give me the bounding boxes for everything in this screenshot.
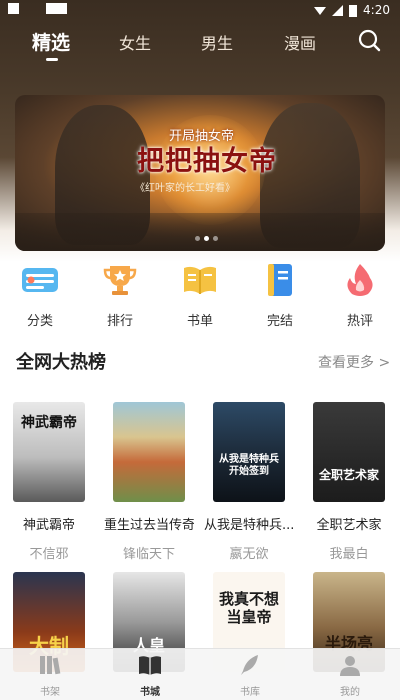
- banner-title: 把把抽女帝: [137, 146, 277, 177]
- finished-book-icon: [268, 264, 292, 296]
- nav-bookshelf[interactable]: 书架: [20, 653, 80, 698]
- carousel-dots: [195, 236, 218, 241]
- banner-ground: [15, 213, 385, 251]
- book-card[interactable]: 重生过去当传奇 锋临天下: [104, 402, 194, 562]
- book-title: 神武霸帝: [22, 518, 75, 533]
- book-card[interactable]: 神武霸帝 神武霸帝 不信邪: [4, 402, 94, 562]
- wifi-icon: [314, 7, 327, 15]
- cover-title: 神武霸帝: [21, 415, 77, 431]
- nav-label: 书架: [40, 687, 60, 698]
- banner-subtitle: 《红叶家的长工好看》: [135, 183, 235, 194]
- book-title: 从我是特种兵...: [204, 518, 294, 533]
- nav-label: 书库: [240, 687, 260, 698]
- notification-icon: [56, 3, 67, 14]
- notification-icon: [8, 3, 19, 14]
- category-label: 热评: [346, 314, 373, 329]
- nav-library[interactable]: 书库: [220, 653, 280, 698]
- promo-banner[interactable]: 开局抽女帝 把把抽女帝 《红叶家的长工好看》: [15, 95, 385, 251]
- book-card[interactable]: 从我是特种兵开始签到 从我是特种兵... 嬴无欲: [204, 402, 294, 562]
- fire-icon: [347, 264, 373, 296]
- signal-icon: [332, 4, 344, 16]
- book-author: 嬴无欲: [229, 547, 269, 562]
- book-icon: [184, 266, 216, 294]
- book-cover: 从我是特种兵开始签到: [213, 402, 285, 502]
- book-author: 不信邪: [29, 547, 69, 562]
- category-classify[interactable]: 分类: [10, 262, 70, 329]
- category-booklist[interactable]: 书单: [170, 262, 230, 329]
- category-label: 分类: [26, 314, 53, 329]
- person-icon: [340, 656, 360, 676]
- cover-title: 从我是特种兵开始签到: [219, 454, 279, 477]
- carousel-dot: [195, 236, 200, 241]
- book-title: 重生过去当传奇: [104, 518, 194, 533]
- battery-icon: [349, 4, 358, 17]
- top-nav: 精选 女生 男生 漫画: [0, 26, 400, 66]
- category-completed[interactable]: 完结: [250, 262, 310, 329]
- category-hot-reviews[interactable]: 热评: [330, 262, 390, 329]
- nav-label: 我的: [340, 687, 360, 698]
- nav-profile[interactable]: 我的: [320, 653, 380, 698]
- book-cover: [113, 402, 185, 502]
- bookshelf-icon: [40, 656, 61, 675]
- book-author: 我最白: [329, 547, 369, 562]
- tab-male[interactable]: 男生: [201, 30, 233, 54]
- section-title: 全网大热榜: [16, 352, 106, 373]
- book-cover: 全职艺术家: [313, 402, 385, 502]
- category-label: 书单: [186, 314, 213, 329]
- status-bar: 4:20: [0, 0, 400, 22]
- status-time: 4:20: [363, 3, 390, 17]
- cover-title: 全职艺术家: [318, 468, 379, 482]
- nav-label: 书城: [140, 687, 160, 698]
- view-more-link[interactable]: 查看更多 >: [318, 352, 390, 372]
- feather-icon: [241, 655, 258, 675]
- category-label: 完结: [266, 314, 293, 329]
- tab-female[interactable]: 女生: [119, 30, 151, 54]
- book-author: 锋临天下: [122, 547, 175, 562]
- book-cover: 神武霸帝: [13, 402, 85, 502]
- nav-bookstore[interactable]: 书城: [120, 653, 180, 698]
- category-shortcuts: 分类 排行 书单 完结 热评: [0, 262, 400, 329]
- category-label: 排行: [106, 314, 133, 329]
- carousel-dot-active: [204, 236, 209, 241]
- carousel-dot: [213, 236, 218, 241]
- classify-icon: [22, 268, 58, 292]
- book-card[interactable]: 全职艺术家 全职艺术家 我最白: [304, 402, 394, 562]
- active-tab-indicator: [46, 58, 58, 61]
- cover-title: 我真不想当皇帝: [219, 590, 280, 626]
- tab-comics[interactable]: 漫画: [284, 30, 316, 54]
- open-book-icon: [139, 656, 161, 675]
- trophy-icon: [103, 266, 137, 295]
- book-title: 全职艺术家: [316, 518, 382, 533]
- tab-featured[interactable]: 精选: [32, 28, 70, 55]
- search-icon[interactable]: [356, 27, 382, 53]
- bottom-nav: 书架 书城 书库 我的: [0, 648, 400, 700]
- category-ranking[interactable]: 排行: [90, 262, 150, 329]
